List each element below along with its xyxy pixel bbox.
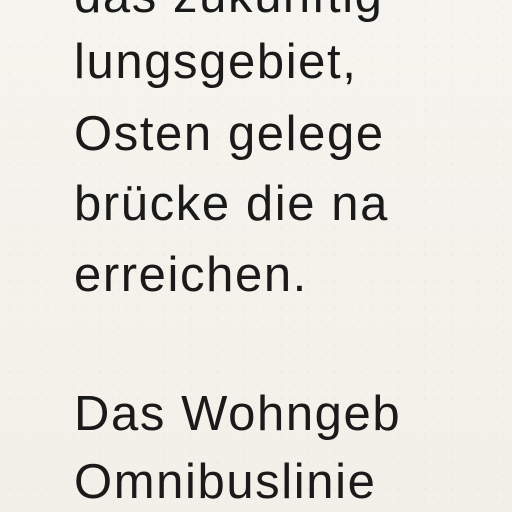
text-line: das zukünftig xyxy=(74,0,384,21)
text-line: Das Wohngeb xyxy=(74,387,402,441)
text-line: Osten gelege xyxy=(74,107,385,161)
text-line: erreichen. xyxy=(74,248,308,302)
text-line: lungsgebiet, xyxy=(74,35,358,89)
text-line: Omnibuslinie xyxy=(74,455,377,509)
text-line: brücke die na xyxy=(74,177,389,231)
